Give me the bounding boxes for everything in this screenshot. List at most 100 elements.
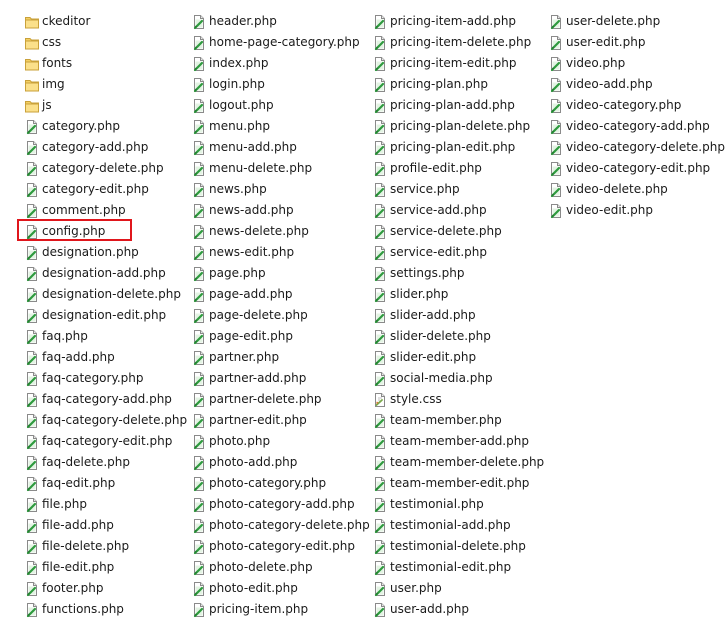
- file-item-testimonial-add-php[interactable]: testimonial-add.php: [372, 515, 544, 536]
- file-item-logout-php[interactable]: logout.php: [191, 95, 370, 116]
- file-item-slider-add-php[interactable]: slider-add.php: [372, 305, 544, 326]
- file-item-faq-edit-php[interactable]: faq-edit.php: [24, 473, 187, 494]
- file-item-config-php[interactable]: config.php: [16, 219, 187, 242]
- file-item-pricing-item-php[interactable]: pricing-item.php: [191, 599, 370, 620]
- file-item-video-delete-php[interactable]: video-delete.php: [548, 179, 725, 200]
- file-item-pricing-plan-php[interactable]: pricing-plan.php: [372, 74, 544, 95]
- file-item-menu-add-php[interactable]: menu-add.php: [191, 137, 370, 158]
- file-item-user-edit-php[interactable]: user-edit.php: [548, 32, 725, 53]
- file-item-service-edit-php[interactable]: service-edit.php: [372, 242, 544, 263]
- file-item-file-add-php[interactable]: file-add.php: [24, 515, 187, 536]
- file-item-faq-category-delete-php[interactable]: faq-category-delete.php: [24, 410, 187, 431]
- file-item-pricing-item-add-php[interactable]: pricing-item-add.php: [372, 11, 544, 32]
- folder-item-js[interactable]: js: [24, 95, 187, 116]
- file-item-pricing-plan-delete-php[interactable]: pricing-plan-delete.php: [372, 116, 544, 137]
- file-item-faq-category-php[interactable]: faq-category.php: [24, 368, 187, 389]
- file-item-category-edit-php[interactable]: category-edit.php: [24, 179, 187, 200]
- file-name-label: file.php: [42, 497, 87, 511]
- file-item-news-add-php[interactable]: news-add.php: [191, 200, 370, 221]
- file-item-news-php[interactable]: news.php: [191, 179, 370, 200]
- file-item-photo-category-add-php[interactable]: photo-category-add.php: [191, 494, 370, 515]
- file-item-team-member-delete-php[interactable]: team-member-delete.php: [372, 452, 544, 473]
- file-item-slider-edit-php[interactable]: slider-edit.php: [372, 347, 544, 368]
- file-item-team-member-php[interactable]: team-member.php: [372, 410, 544, 431]
- file-item-photo-edit-php[interactable]: photo-edit.php: [191, 578, 370, 599]
- file-item-video-category-edit-php[interactable]: video-category-edit.php: [548, 158, 725, 179]
- file-item-video-category-delete-php[interactable]: video-category-delete.php: [548, 137, 725, 158]
- file-item-slider-delete-php[interactable]: slider-delete.php: [372, 326, 544, 347]
- file-item-video-category-add-php[interactable]: video-category-add.php: [548, 116, 725, 137]
- file-name-label: settings.php: [390, 266, 465, 280]
- file-item-pricing-item-edit-php[interactable]: pricing-item-edit.php: [372, 53, 544, 74]
- file-item-header-php[interactable]: header.php: [191, 11, 370, 32]
- file-item-photo-category-php[interactable]: photo-category.php: [191, 473, 370, 494]
- file-item-file-edit-php[interactable]: file-edit.php: [24, 557, 187, 578]
- file-item-testimonial-edit-php[interactable]: testimonial-edit.php: [372, 557, 544, 578]
- file-item-photo-add-php[interactable]: photo-add.php: [191, 452, 370, 473]
- file-item-designation-php[interactable]: designation.php: [24, 242, 187, 263]
- file-item-team-member-edit-php[interactable]: team-member-edit.php: [372, 473, 544, 494]
- file-item-user-delete-php[interactable]: user-delete.php: [548, 11, 725, 32]
- file-item-testimonial-delete-php[interactable]: testimonial-delete.php: [372, 536, 544, 557]
- file-item-page-add-php[interactable]: page-add.php: [191, 284, 370, 305]
- file-item-file-php[interactable]: file.php: [24, 494, 187, 515]
- file-item-video-add-php[interactable]: video-add.php: [548, 74, 725, 95]
- file-item-service-add-php[interactable]: service-add.php: [372, 200, 544, 221]
- file-item-news-delete-php[interactable]: news-delete.php: [191, 221, 370, 242]
- file-item-news-edit-php[interactable]: news-edit.php: [191, 242, 370, 263]
- file-item-style-css[interactable]: style.css: [372, 389, 544, 410]
- file-item-partner-delete-php[interactable]: partner-delete.php: [191, 389, 370, 410]
- file-item-menu-php[interactable]: menu.php: [191, 116, 370, 137]
- file-item-video-edit-php[interactable]: video-edit.php: [548, 200, 725, 221]
- file-item-faq-category-edit-php[interactable]: faq-category-edit.php: [24, 431, 187, 452]
- file-item-pricing-plan-add-php[interactable]: pricing-plan-add.php: [372, 95, 544, 116]
- file-item-settings-php[interactable]: settings.php: [372, 263, 544, 284]
- folder-item-fonts[interactable]: fonts: [24, 53, 187, 74]
- file-item-user-add-php[interactable]: user-add.php: [372, 599, 544, 620]
- file-item-slider-php[interactable]: slider.php: [372, 284, 544, 305]
- file-item-video-php[interactable]: video.php: [548, 53, 725, 74]
- file-item-file-delete-php[interactable]: file-delete.php: [24, 536, 187, 557]
- file-item-designation-edit-php[interactable]: designation-edit.php: [24, 305, 187, 326]
- file-item-faq-delete-php[interactable]: faq-delete.php: [24, 452, 187, 473]
- file-item-photo-delete-php[interactable]: photo-delete.php: [191, 557, 370, 578]
- file-item-service-php[interactable]: service.php: [372, 179, 544, 200]
- file-item-profile-edit-php[interactable]: profile-edit.php: [372, 158, 544, 179]
- folder-item-img[interactable]: img: [24, 74, 187, 95]
- file-item-category-php[interactable]: category.php: [24, 116, 187, 137]
- file-item-login-php[interactable]: login.php: [191, 74, 370, 95]
- file-item-video-category-php[interactable]: video-category.php: [548, 95, 725, 116]
- file-item-category-add-php[interactable]: category-add.php: [24, 137, 187, 158]
- file-item-index-php[interactable]: index.php: [191, 53, 370, 74]
- file-item-home-page-category-php[interactable]: home-page-category.php: [191, 32, 370, 53]
- file-item-partner-php[interactable]: partner.php: [191, 347, 370, 368]
- file-item-faq-php[interactable]: faq.php: [24, 326, 187, 347]
- folder-item-css[interactable]: css: [24, 32, 187, 53]
- file-item-comment-php[interactable]: comment.php: [24, 200, 187, 221]
- file-item-partner-add-php[interactable]: partner-add.php: [191, 368, 370, 389]
- file-item-designation-delete-php[interactable]: designation-delete.php: [24, 284, 187, 305]
- file-item-team-member-add-php[interactable]: team-member-add.php: [372, 431, 544, 452]
- file-item-category-delete-php[interactable]: category-delete.php: [24, 158, 187, 179]
- file-item-user-php[interactable]: user.php: [372, 578, 544, 599]
- file-item-photo-php[interactable]: photo.php: [191, 431, 370, 452]
- file-item-faq-category-add-php[interactable]: faq-category-add.php: [24, 389, 187, 410]
- file-item-faq-add-php[interactable]: faq-add.php: [24, 347, 187, 368]
- file-item-social-media-php[interactable]: social-media.php: [372, 368, 544, 389]
- file-item-page-php[interactable]: page.php: [191, 263, 370, 284]
- file-item-pricing-item-delete-php[interactable]: pricing-item-delete.php: [372, 32, 544, 53]
- file-item-pricing-plan-edit-php[interactable]: pricing-plan-edit.php: [372, 137, 544, 158]
- file-item-footer-php[interactable]: footer.php: [24, 578, 187, 599]
- file-item-functions-php[interactable]: functions.php: [24, 599, 187, 620]
- php-file-icon: [191, 224, 207, 240]
- folder-item-ckeditor[interactable]: ckeditor: [24, 11, 187, 32]
- file-item-photo-category-edit-php[interactable]: photo-category-edit.php: [191, 536, 370, 557]
- file-item-page-edit-php[interactable]: page-edit.php: [191, 326, 370, 347]
- file-item-service-delete-php[interactable]: service-delete.php: [372, 221, 544, 242]
- file-item-menu-delete-php[interactable]: menu-delete.php: [191, 158, 370, 179]
- file-item-page-delete-php[interactable]: page-delete.php: [191, 305, 370, 326]
- file-item-testimonial-php[interactable]: testimonial.php: [372, 494, 544, 515]
- file-item-photo-category-delete-php[interactable]: photo-category-delete.php: [191, 515, 370, 536]
- file-item-designation-add-php[interactable]: designation-add.php: [24, 263, 187, 284]
- file-item-partner-edit-php[interactable]: partner-edit.php: [191, 410, 370, 431]
